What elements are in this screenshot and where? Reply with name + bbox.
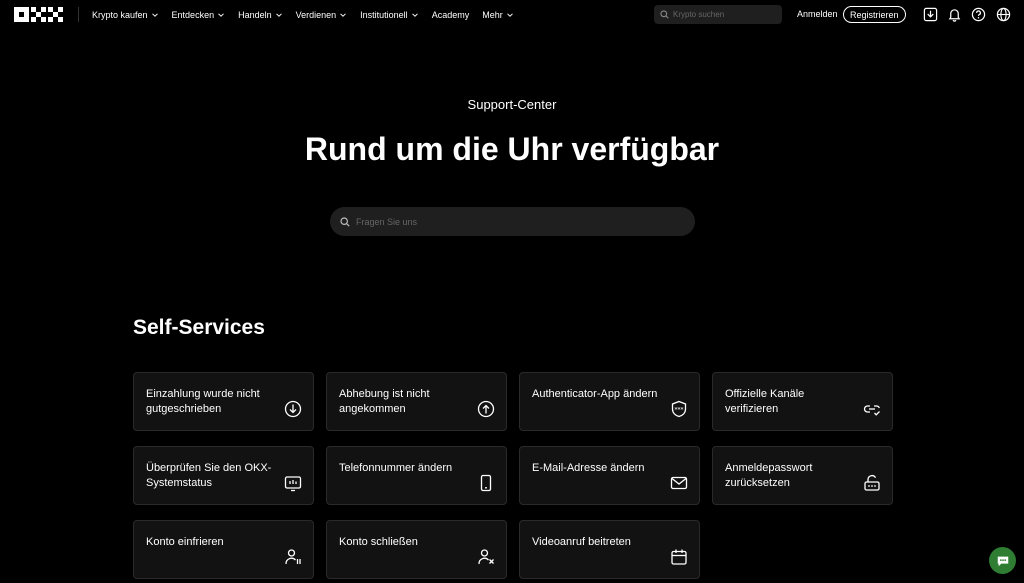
nav-item-label: Academy	[431, 9, 470, 20]
register-button[interactable]: Registrieren	[843, 6, 906, 23]
calendar-icon	[671, 549, 687, 565]
self-service-card-label: Konto einfrieren	[146, 536, 224, 548]
support-center-label: Support-Center	[467, 97, 557, 112]
nav-item-label: Institutionell	[360, 9, 408, 20]
self-service-card[interactable]: E-Mail-Adresse ändern	[519, 446, 700, 505]
self-service-card-label: Telefonnummer ändern	[339, 462, 453, 474]
self-service-card-label: Überprüfen Sie den OKX-Systemstatus	[146, 462, 272, 489]
okx-logo[interactable]	[14, 7, 64, 22]
logo-block-o	[14, 7, 29, 22]
lock-reset-icon	[864, 474, 880, 491]
download-icon[interactable]	[923, 7, 938, 22]
self-service-card-label: Einzahlung wurde nicht gutgeschrieben	[146, 388, 260, 415]
mail-icon	[670, 476, 688, 490]
self-services-grid: Einzahlung wurde nicht gutgeschrieben Abh…	[133, 372, 893, 579]
nav-item-label: Verdienen	[295, 9, 337, 20]
system-status-icon	[284, 476, 302, 492]
self-service-card[interactable]: Überprüfen Sie den OKX-Systemstatus	[133, 446, 314, 505]
self-service-card-label: Anmeldepasswort zurücksetzen	[725, 462, 813, 489]
support-search-input[interactable]	[356, 216, 676, 227]
chevron-down-icon	[275, 12, 282, 17]
search-icon	[340, 216, 350, 227]
self-service-card[interactable]: Anmeldepasswort zurücksetzen	[712, 446, 893, 505]
nav-item-label: Mehr	[482, 9, 503, 20]
nav-item-institutionell[interactable]: Institutionell	[360, 10, 419, 20]
help-icon[interactable]	[971, 7, 986, 22]
self-service-card-label: E-Mail-Adresse ändern	[532, 462, 645, 474]
chat-button[interactable]	[989, 547, 1016, 574]
deposit-icon	[284, 400, 302, 418]
crypto-search-input[interactable]	[673, 10, 773, 19]
withdraw-icon	[477, 400, 495, 418]
self-service-card[interactable]: Konto schließen	[326, 520, 507, 579]
nav-item-mehr[interactable]: Mehr	[482, 10, 514, 20]
user-close-icon	[478, 549, 494, 565]
self-service-card[interactable]: Einzahlung wurde nicht gutgeschrieben	[133, 372, 314, 431]
logo-block-k	[31, 7, 46, 22]
self-service-card[interactable]: Abhebung ist nicht angekommen	[326, 372, 507, 431]
nav-item-handeln[interactable]: Handeln	[238, 10, 283, 20]
chevron-down-icon	[506, 12, 513, 17]
nav-item-label: Krypto kaufen	[92, 9, 148, 20]
search-icon	[660, 10, 669, 19]
self-service-card-label: Authenticator-App ändern	[532, 388, 658, 400]
chevron-down-icon	[218, 12, 224, 17]
self-service-card[interactable]: Telefonnummer ändern	[326, 446, 507, 505]
self-services-title: Self-Services	[133, 316, 265, 339]
phone-icon	[480, 474, 492, 492]
nav-divider	[78, 7, 79, 22]
bell-icon[interactable]	[947, 7, 962, 22]
login-link[interactable]: Anmelden	[797, 9, 838, 19]
support-search[interactable]	[330, 207, 695, 236]
globe-icon[interactable]	[996, 7, 1011, 22]
nav-item-academy[interactable]: Academy	[432, 10, 470, 20]
self-service-card[interactable]: Konto einfrieren	[133, 520, 314, 579]
nav-item-verdienen[interactable]: Verdienen	[296, 10, 348, 20]
self-service-card-label: Abhebung ist nicht angekommen	[339, 388, 430, 415]
nav-item-krypto-kaufen[interactable]: Krypto kaufen	[92, 10, 159, 20]
chevron-down-icon	[151, 12, 158, 17]
svg-text:***: ***	[675, 407, 684, 414]
top-nav: Krypto kaufen Entdecken Handeln Verdienen In…	[0, 0, 1024, 29]
self-service-card-label: Videoanruf beitreten	[532, 536, 631, 548]
chevron-down-icon	[411, 12, 418, 17]
self-service-card-label: Konto schließen	[339, 536, 418, 548]
chat-icon	[997, 556, 1008, 566]
self-service-card[interactable]: Videoanruf beitreten	[519, 520, 700, 579]
chevron-down-icon	[340, 12, 347, 17]
page-title: Rund um die Uhr verfügbar	[304, 131, 720, 167]
user-freeze-icon	[285, 549, 301, 565]
self-service-card-label: Offizielle Kanäle verifizieren	[725, 388, 805, 415]
nav-item-entdecken[interactable]: Entdecken	[172, 10, 226, 20]
shield-icon: ***	[671, 400, 687, 418]
nav-item-label: Handeln	[238, 9, 272, 20]
self-service-card[interactable]: Offizielle Kanäle verifizieren	[712, 372, 893, 431]
main-menu: Krypto kaufen Entdecken Handeln Verdienen In…	[92, 0, 527, 29]
nav-item-label: Entdecken	[171, 9, 215, 20]
self-service-card[interactable]: Authenticator-App ändern ***	[519, 372, 700, 431]
logo-block-x	[48, 7, 63, 22]
crypto-search[interactable]	[654, 5, 782, 24]
link-check-icon	[863, 405, 880, 416]
